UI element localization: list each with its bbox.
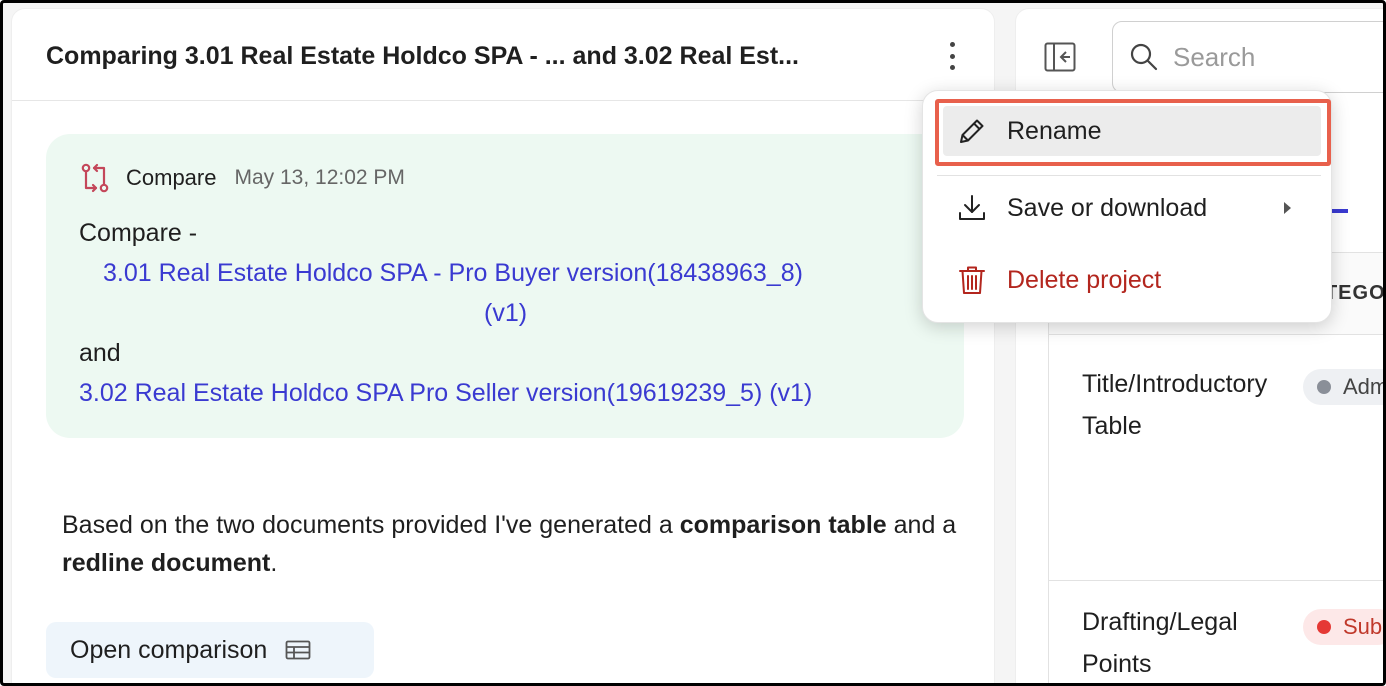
kebab-dot-icon bbox=[949, 53, 955, 59]
kebab-dot-icon bbox=[949, 42, 955, 47]
category-badge: Sub bbox=[1303, 609, 1383, 645]
menu-item-label: Rename bbox=[1007, 116, 1102, 145]
category-badge-label: Sub bbox=[1343, 614, 1383, 639]
category-badge: Adm bbox=[1303, 369, 1386, 405]
message-type-label: Compare bbox=[126, 165, 217, 190]
search-icon bbox=[1130, 43, 1158, 71]
menu-item-save-download[interactable]: Save or download bbox=[923, 176, 1331, 240]
table-row[interactable]: Title/Introductory Table Adm bbox=[1049, 335, 1386, 581]
open-comparison-button[interactable]: Open comparison bbox=[46, 622, 374, 678]
search-input[interactable] bbox=[1173, 41, 1353, 73]
summary-bold-comparison: comparison table bbox=[679, 511, 887, 539]
row-title: Drafting/Legal Points bbox=[1082, 608, 1238, 678]
summary-bold-redline: redline document bbox=[62, 549, 271, 577]
document-link-2[interactable]: 3.02 Real Estate Holdco SPA Pro Seller v… bbox=[79, 379, 812, 408]
message-meta: Compare May 13, 12:02 PM bbox=[80, 162, 405, 194]
row-title: Title/Introductory Table bbox=[1082, 370, 1268, 440]
summary-text: and a bbox=[886, 511, 957, 539]
table-row[interactable]: Drafting/Legal Points Sub bbox=[1049, 581, 1383, 683]
more-options-button[interactable] bbox=[942, 39, 962, 73]
chat-header: Comparing 3.01 Real Estate Holdco SPA - … bbox=[12, 9, 994, 101]
assistant-summary: Based on the two documents provided I've… bbox=[62, 506, 962, 582]
collapse-panel-icon[interactable] bbox=[1044, 42, 1076, 72]
submenu-arrow-icon bbox=[1284, 202, 1291, 214]
status-dot-icon bbox=[1317, 620, 1331, 634]
document-link-1-version[interactable]: (v1) bbox=[484, 299, 527, 328]
table-icon bbox=[285, 640, 311, 660]
kebab-dot-icon bbox=[949, 65, 955, 70]
chat-panel: Comparing 3.01 Real Estate Holdco SPA - … bbox=[11, 8, 995, 683]
menu-item-label: Delete project bbox=[1007, 265, 1162, 294]
summary-text: Based on the two documents provided I've… bbox=[62, 511, 680, 539]
connector-text: and bbox=[79, 339, 121, 367]
trash-icon bbox=[959, 266, 985, 294]
message-timestamp: May 13, 12:02 PM bbox=[234, 166, 405, 189]
status-dot-icon bbox=[1317, 380, 1331, 394]
document-link-1[interactable]: 3.01 Real Estate Holdco SPA - Pro Buyer … bbox=[103, 259, 803, 288]
compare-message-card: Compare May 13, 12:02 PM Compare - 3.01 … bbox=[46, 134, 964, 438]
app-window: Comparing 3.01 Real Estate Holdco SPA - … bbox=[0, 0, 1386, 686]
menu-item-rename[interactable]: Rename bbox=[923, 99, 1331, 163]
compare-intro-text: Compare - bbox=[79, 219, 198, 247]
project-options-menu: Rename Save or download Delete project bbox=[922, 90, 1332, 323]
pencil-icon bbox=[960, 119, 984, 143]
page-title: Comparing 3.01 Real Estate Holdco SPA - … bbox=[46, 42, 800, 70]
category-badge-label: Adm bbox=[1343, 374, 1386, 399]
menu-item-label: Save or download bbox=[1007, 193, 1208, 222]
compare-icon bbox=[81, 163, 109, 193]
search-box[interactable] bbox=[1112, 21, 1383, 93]
menu-item-delete-project[interactable]: Delete project bbox=[923, 248, 1331, 312]
download-icon bbox=[959, 195, 985, 220]
summary-text: . bbox=[270, 549, 278, 577]
open-comparison-label: Open comparison bbox=[70, 635, 268, 664]
